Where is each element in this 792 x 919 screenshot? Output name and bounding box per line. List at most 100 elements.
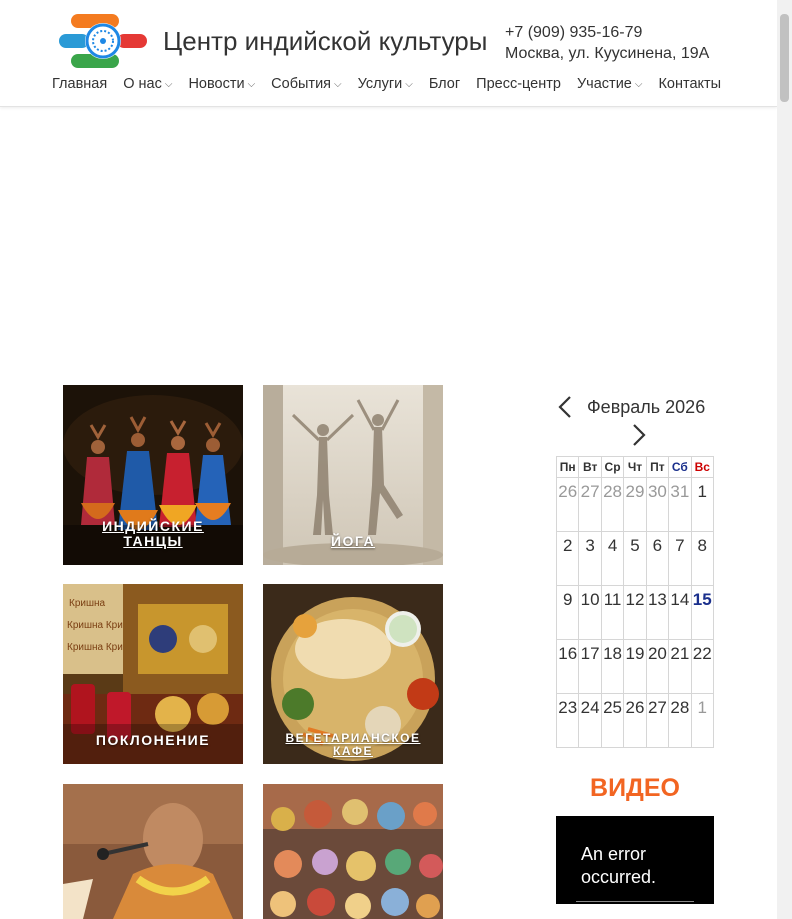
calendar-day[interactable]: 14 xyxy=(668,585,692,640)
nav-item-label: События xyxy=(271,76,332,92)
nav-item-about[interactable]: О нас ⌵ xyxy=(123,76,172,92)
tile-vegetarian-cafe[interactable]: ВЕГЕТАРИАНСКОЕ КАФЕ xyxy=(263,584,443,764)
chevron-left-icon[interactable] xyxy=(556,394,574,420)
weekday-header: Пн xyxy=(555,456,580,478)
tile-caption[interactable]: ВЕГЕТАРИАНСКОЕ КАФЕ xyxy=(263,732,443,758)
calendar-day[interactable]: 8 xyxy=(690,531,715,586)
nav-item-services[interactable]: Услуги ⌵ xyxy=(358,76,413,92)
weekday-header: Пт xyxy=(645,456,670,478)
nav-item-press[interactable]: Пресс-центр xyxy=(476,76,561,92)
nav-item-participation[interactable]: Участие ⌵ xyxy=(577,76,642,92)
chevron-down-icon: ⌵ xyxy=(334,78,342,90)
calendar-day[interactable]: 6 xyxy=(645,531,670,586)
nav-item-label: О нас xyxy=(123,76,162,92)
calendar-week-row: 26 27 28 29 30 31 1 xyxy=(555,477,715,532)
calendar-day[interactable]: 19 xyxy=(623,639,647,694)
calendar-day[interactable]: 1 xyxy=(690,693,715,748)
scrollbar-thumb[interactable] xyxy=(780,14,789,102)
phone-number[interactable]: +7 (909) 935-16-79 xyxy=(505,22,709,43)
tile-caption-line: ТАНЦЫ xyxy=(123,533,183,549)
calendar-day[interactable]: 16 xyxy=(555,639,580,694)
tile-indian-dance[interactable]: ИНДИЙСКИЕ ТАНЦЫ xyxy=(63,385,243,565)
calendar-day[interactable]: 17 xyxy=(578,639,602,694)
tile-caption-line: ПОКЛОНЕНИЕ xyxy=(95,732,211,748)
calendar-day[interactable]: 28 xyxy=(600,477,625,532)
tile-caption[interactable]: ПОКЛОНЕНИЕ xyxy=(63,733,243,748)
calendar-day[interactable]: 4 xyxy=(600,531,625,586)
video-divider xyxy=(576,901,694,902)
calendar-day[interactable]: 27 xyxy=(645,693,670,748)
weekday-header: Чт xyxy=(623,456,647,478)
video-error-line: occurred. xyxy=(581,867,657,887)
calendar-day[interactable]: 23 xyxy=(555,693,580,748)
calendar-day[interactable]: 13 xyxy=(645,585,670,640)
tile-lectures[interactable] xyxy=(63,784,243,919)
tile-shop[interactable] xyxy=(263,784,443,919)
main-nav: Главная О нас ⌵ Новости ⌵ События ⌵ Услуги ⌵… xyxy=(52,76,737,92)
weekday-header: Ср xyxy=(600,456,625,478)
calendar-day[interactable]: 26 xyxy=(555,477,580,532)
calendar-day[interactable]: 20 xyxy=(645,639,670,694)
calendar-day[interactable]: 25 xyxy=(600,693,625,748)
chevron-down-icon: ⌵ xyxy=(247,78,256,90)
tile-caption[interactable]: ЙОГА xyxy=(263,534,443,549)
page-scrollbar[interactable] xyxy=(777,0,792,919)
video-section-title: ВИДЕО xyxy=(590,774,680,802)
calendar-day[interactable]: 11 xyxy=(600,585,625,640)
calendar-week-row: 23 24 25 26 27 28 1 xyxy=(555,693,715,748)
calendar-day[interactable]: 22 xyxy=(690,639,715,694)
address: Москва, ул. Куусинена, 19А xyxy=(505,45,710,62)
nav-item-label: Главная xyxy=(52,76,108,92)
calendar-widget: Февраль 2026 Пн Вт Ср Чт Пт Сб Вс 26 27 28… xyxy=(555,390,715,748)
calendar-day[interactable]: 27 xyxy=(578,477,602,532)
calendar-nav: Февраль 2026 xyxy=(556,390,714,456)
weekday-row: Пн Вт Ср Чт Пт Сб Вс xyxy=(555,456,715,478)
calendar-day[interactable]: 15 xyxy=(690,585,715,640)
nav-item-label: Услуги xyxy=(357,76,403,92)
nav-item-label: Пресс-центр xyxy=(476,76,561,92)
nav-item-contacts[interactable]: Контакты xyxy=(658,76,721,92)
tile-yoga[interactable]: ЙОГА xyxy=(263,385,443,565)
calendar-day[interactable]: 18 xyxy=(600,639,625,694)
calendar-day[interactable]: 28 xyxy=(668,693,692,748)
calendar-day[interactable]: 7 xyxy=(668,531,692,586)
nav-item-blog[interactable]: Блог xyxy=(429,76,460,92)
nav-item-label: Блог xyxy=(428,76,461,92)
calendar-day[interactable]: 21 xyxy=(668,639,692,694)
tile-caption-line: ИНДИЙСКИЕ xyxy=(102,518,204,534)
calendar-day[interactable]: 31 xyxy=(668,477,692,532)
worship-photo-text: Кришна xyxy=(69,598,106,609)
site-header: Центр индийской культуры +7 (909) 935-16… xyxy=(0,0,777,107)
calendar-day[interactable]: 29 xyxy=(623,477,647,532)
calendar-day[interactable]: 30 xyxy=(645,477,670,532)
calendar-title: Февраль 2026 xyxy=(587,397,706,417)
video-error-line: An error xyxy=(581,844,647,864)
tile-caption-line: КАФЕ xyxy=(333,744,373,758)
calendar-week-row: 2345678 xyxy=(555,531,715,586)
calendar-day[interactable]: 10 xyxy=(578,585,602,640)
nav-item-events[interactable]: События ⌵ xyxy=(271,76,341,92)
calendar-day[interactable]: 24 xyxy=(578,693,602,748)
nav-item-home[interactable]: Главная xyxy=(52,76,107,92)
chevron-right-icon[interactable] xyxy=(630,422,648,448)
calendar-day[interactable]: 2 xyxy=(555,531,580,586)
calendar-grid: Пн Вт Ср Чт Пт Сб Вс 26 27 28 29 30 31 1 2 3 4 5 6 7… xyxy=(555,456,715,748)
calendar-day[interactable]: 9 xyxy=(555,585,580,640)
calendar-day[interactable]: 1 xyxy=(690,477,715,532)
calendar-day[interactable]: 12 xyxy=(623,585,647,640)
nav-item-news[interactable]: Новости ⌵ xyxy=(188,76,255,92)
tile-worship[interactable]: Кришна Кришна Кришна Кришна Кришна ПОКЛО… xyxy=(63,584,243,764)
nav-item-label: Контакты xyxy=(658,76,722,92)
logo-icon[interactable] xyxy=(59,12,147,72)
weekday-header: Вс xyxy=(690,456,715,478)
tile-caption[interactable]: ИНДИЙСКИЕ ТАНЦЫ xyxy=(63,519,243,549)
calendar-day[interactable]: 5 xyxy=(623,531,647,586)
calendar-day[interactable]: 26 xyxy=(623,693,647,748)
video-player[interactable]: An error occurred. xyxy=(556,816,714,904)
calendar-week-row: 9 10 11 12 13 14 15 xyxy=(555,585,715,640)
tile-caption-line: ЙОГА xyxy=(330,533,376,549)
calendar-day[interactable]: 3 xyxy=(578,531,602,586)
site-title[interactable]: Центр индийской культуры xyxy=(163,26,487,57)
weekday-header: Сб xyxy=(668,456,692,478)
chevron-down-icon: ⌵ xyxy=(405,78,413,90)
